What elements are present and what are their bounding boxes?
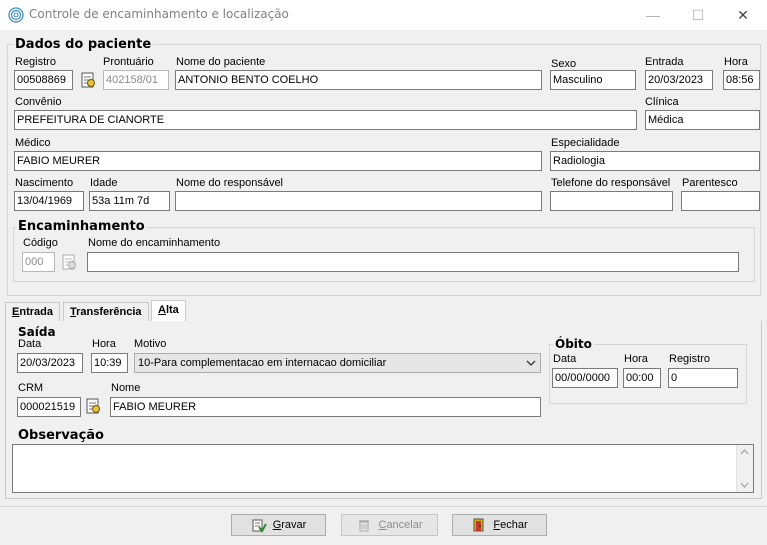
motivo-select[interactable]: 10-Para complementacao em internacao dom… (134, 353, 541, 373)
clinica-label: Clínica (645, 96, 679, 108)
medico-field[interactable]: FABIO MEURER (14, 151, 542, 171)
nome-paciente-label: Nome do paciente (176, 56, 266, 68)
saida-nome-label: Nome (111, 382, 141, 394)
obito-section-title: Óbito (553, 337, 594, 351)
saida-hora-label: Hora (92, 338, 116, 350)
obito-data-label: Data (553, 353, 577, 365)
nascimento-field[interactable]: 13/04/1969 (14, 191, 84, 211)
observacao-textarea[interactable] (12, 444, 754, 493)
fingerprint-icon (8, 7, 24, 23)
hora-entrada-label: Hora (724, 56, 748, 68)
close-button[interactable]: ✕ (720, 0, 766, 30)
saida-nome-field[interactable]: FABIO MEURER (110, 397, 541, 417)
clinica-field[interactable]: Médica (645, 110, 760, 130)
parentesco-field[interactable] (681, 191, 760, 211)
prontuario-field[interactable]: 402158/01 (103, 70, 169, 90)
encaminhamento-section-title: Encaminhamento (16, 219, 147, 234)
codigo-label: Código (23, 237, 58, 249)
saida-section-title: Saída (16, 325, 58, 339)
tab-alta[interactable]: Alta (151, 300, 186, 322)
observacao-section-title: Observação (16, 428, 106, 443)
gravar-label: Gravar (272, 519, 307, 531)
fechar-button[interactable]: Fechar (452, 514, 547, 536)
telefone-field[interactable] (550, 191, 673, 211)
crm-label: CRM (18, 382, 44, 394)
telefone-label: Telefone do responsável (551, 177, 671, 189)
patient-section-title: Dados do paciente (13, 37, 154, 52)
hora-entrada-field[interactable]: 08:56 (723, 70, 760, 90)
cancelar-label: Cancelar (378, 519, 423, 531)
especialidade-field[interactable]: Radiologia (550, 151, 760, 171)
codigo-field[interactable]: 000 (22, 252, 55, 272)
fechar-label: Fechar (493, 519, 528, 531)
lookup-codigo-icon[interactable] (60, 253, 78, 271)
nome-encaminhamento-field[interactable] (87, 252, 739, 272)
trash-icon (359, 520, 370, 532)
obito-hora-label: Hora (624, 353, 648, 365)
lookup-registro-icon[interactable] (79, 71, 97, 89)
obito-registro-field[interactable]: 0 (668, 368, 738, 388)
parentesco-label: Parentesco (682, 177, 738, 189)
entrada-label: Entrada (645, 56, 684, 68)
scroll-down-icon[interactable] (740, 482, 749, 488)
obito-data-field[interactable]: 00/00/0000 (552, 368, 618, 388)
sexo-label: Sexo (551, 58, 577, 70)
obito-registro-label: Registro (669, 353, 710, 365)
chevron-down-icon[interactable] (526, 359, 536, 367)
registro-label: Registro (15, 56, 56, 68)
nome-paciente-field[interactable]: ANTONIO BENTO COELHO (175, 70, 542, 90)
convenio-field[interactable]: PREFEITURA DE CIANORTE (14, 110, 637, 130)
sexo-field[interactable]: Masculino (550, 70, 636, 90)
entrada-field[interactable]: 20/03/2023 (645, 70, 713, 90)
tab-entrada[interactable]: Entrada (5, 302, 60, 322)
responsavel-label: Nome do responsável (176, 177, 284, 189)
bottom-divider (0, 506, 767, 507)
window-title: Controle de encaminhamento e localização (29, 7, 289, 21)
tab-transferencia[interactable]: Transferência (63, 302, 149, 322)
especialidade-label: Especialidade (551, 137, 620, 149)
registro-field[interactable]: 00508869 (14, 70, 73, 90)
obito-hora-field[interactable]: 00:00 (623, 368, 661, 388)
motivo-label: Motivo (134, 338, 167, 350)
crm-field[interactable]: 000021519 (17, 397, 81, 417)
maximize-button[interactable]: ☐ (675, 0, 721, 30)
convenio-label: Convênio (15, 96, 62, 108)
prontuario-label: Prontuário (103, 56, 154, 68)
save-icon (252, 519, 267, 533)
saida-data-field[interactable]: 20/03/2023 (17, 353, 83, 373)
saida-hora-field[interactable]: 10:39 (91, 353, 128, 373)
scroll-up-icon[interactable] (740, 449, 749, 455)
medico-label: Médico (15, 137, 51, 149)
minimize-button[interactable]: — (630, 0, 676, 30)
gravar-button[interactable]: Gravar (231, 514, 326, 536)
idade-field[interactable]: 53a 11m 7d (89, 191, 170, 211)
nome-encaminhamento-label: Nome do encaminhamento (88, 237, 221, 249)
exit-door-icon (473, 518, 484, 532)
responsavel-field[interactable] (175, 191, 542, 211)
cancelar-button[interactable]: Cancelar (341, 514, 438, 536)
lookup-crm-icon[interactable] (84, 397, 102, 415)
nascimento-label: Nascimento (15, 177, 74, 189)
motivo-value: 10-Para complementacao em internacao dom… (138, 357, 387, 369)
saida-data-label: Data (18, 338, 42, 350)
idade-label: Idade (90, 177, 118, 189)
